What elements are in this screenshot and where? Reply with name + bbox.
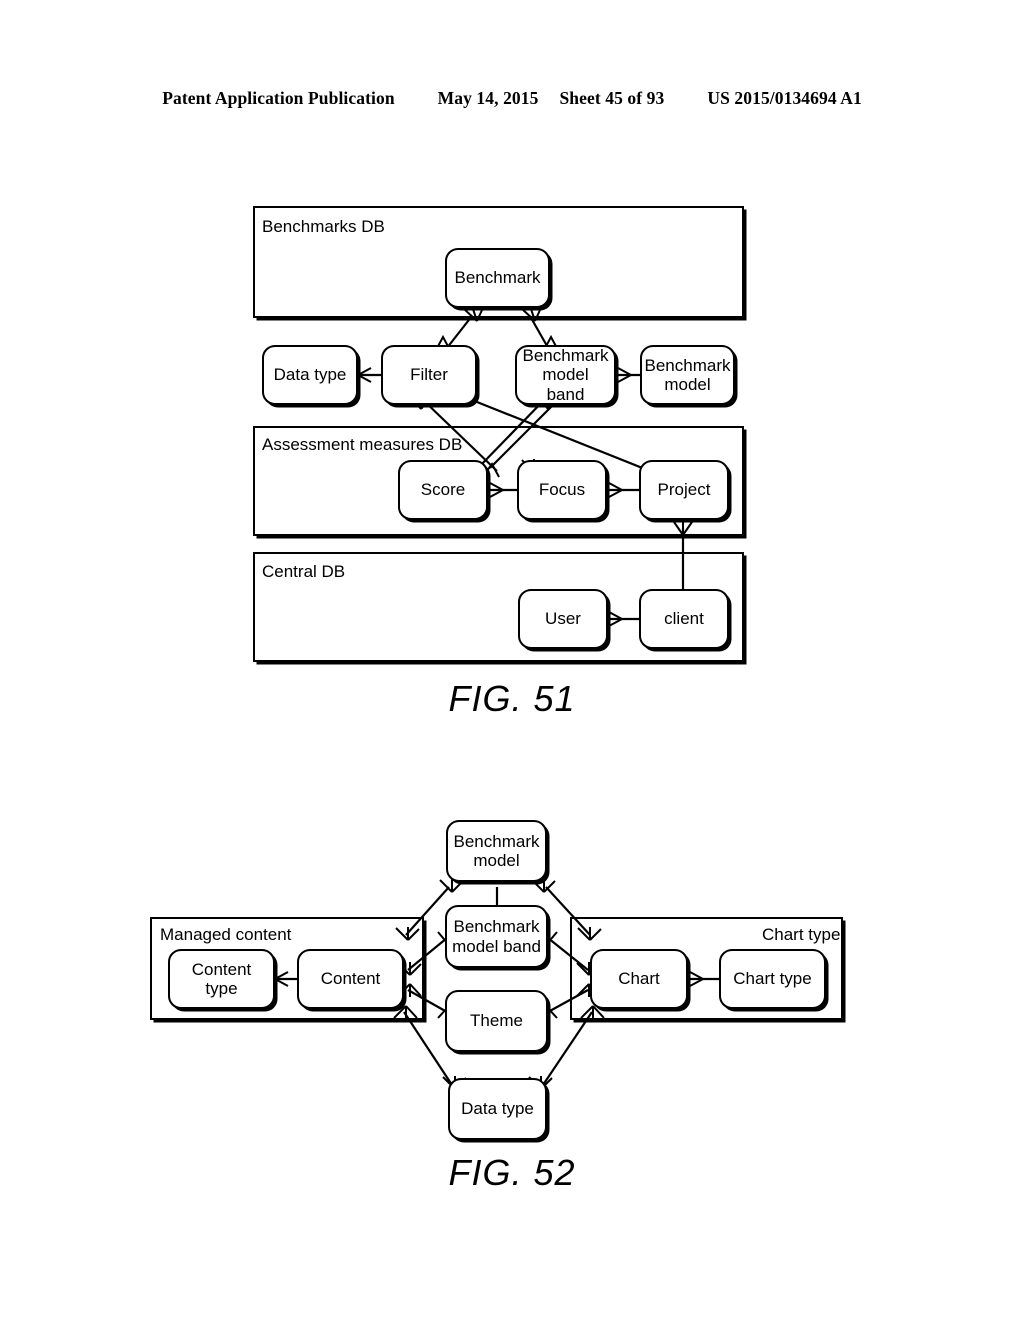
- entity-data-type[interactable]: Data type: [262, 345, 358, 405]
- entity-data-type-52[interactable]: Data type: [448, 1078, 547, 1140]
- entity-score-label: Score: [420, 480, 466, 500]
- figure-51-caption: FIG. 51: [448, 678, 576, 719]
- publication-title: Patent Application Publication: [162, 88, 395, 108]
- entity-chart[interactable]: Chart: [590, 949, 688, 1009]
- figure-52: Managed content Chart type Benchmark mod…: [0, 800, 1024, 1210]
- entity-content-type[interactable]: Content type: [168, 949, 275, 1009]
- container-central-db-label: Central DB: [262, 562, 346, 581]
- entity-content[interactable]: Content: [297, 949, 404, 1009]
- entity-benchmark-model[interactable]: Benchmark model: [640, 345, 735, 405]
- entity-client-label: client: [664, 609, 704, 629]
- entity-content-label: Content: [320, 969, 381, 989]
- entity-theme-label: Theme: [470, 1011, 523, 1031]
- container-chart-type-label: Chart type: [762, 925, 841, 944]
- entity-data-type-52-label: Data type: [461, 1099, 534, 1119]
- patent-number: US 2015/0134694 A1: [707, 88, 862, 108]
- entity-project[interactable]: Project: [639, 460, 729, 520]
- entity-data-type-label: Data type: [273, 365, 347, 385]
- entity-user[interactable]: User: [518, 589, 608, 649]
- container-benchmarks-db-label: Benchmarks DB: [262, 217, 385, 236]
- entity-theme[interactable]: Theme: [445, 990, 548, 1052]
- entity-benchmark[interactable]: Benchmark: [445, 248, 550, 308]
- entity-focus-label: Focus: [538, 480, 586, 500]
- entity-content-type-label: Content type: [191, 959, 252, 998]
- entity-client[interactable]: client: [639, 589, 729, 649]
- container-assessment-measures-db-label: Assessment measures DB: [262, 435, 463, 454]
- entity-benchmark-model-band[interactable]: Benchmark model band: [515, 345, 616, 405]
- container-managed-content-label: Managed content: [160, 925, 292, 944]
- entity-benchmark-model-top-label: Benchmark model: [453, 831, 540, 870]
- entity-filter-label: Filter: [410, 365, 448, 385]
- entity-benchmark-model-band-label: Benchmark model band: [522, 346, 609, 404]
- entity-project-label: Project: [657, 480, 711, 500]
- entity-benchmark-model-band-52[interactable]: Benchmark model band: [445, 905, 548, 968]
- sheet-number: Sheet 45 of 93: [559, 88, 665, 108]
- figure-52-caption: FIG. 52: [448, 1152, 576, 1193]
- entity-filter[interactable]: Filter: [381, 345, 477, 405]
- entity-benchmark-model-label: Benchmark model: [644, 355, 731, 394]
- entity-benchmark-model-top[interactable]: Benchmark model: [446, 820, 547, 882]
- entity-score[interactable]: Score: [398, 460, 488, 520]
- entity-benchmark-label: Benchmark: [454, 268, 541, 288]
- entity-benchmark-model-band-52-label: Benchmark model band: [452, 917, 541, 956]
- patent-header: Patent Application Publication May 14, 2…: [0, 88, 1024, 109]
- entity-chart-type-label: Chart type: [733, 969, 812, 989]
- entity-chart-label: Chart: [618, 969, 660, 989]
- figure-51: Benchmarks DB Assessment measures DB Cen…: [0, 190, 1024, 710]
- publication-date: May 14, 2015: [437, 88, 539, 108]
- entity-focus[interactable]: Focus: [517, 460, 607, 520]
- entity-user-label: User: [545, 609, 581, 629]
- entity-chart-type[interactable]: Chart type: [719, 949, 826, 1009]
